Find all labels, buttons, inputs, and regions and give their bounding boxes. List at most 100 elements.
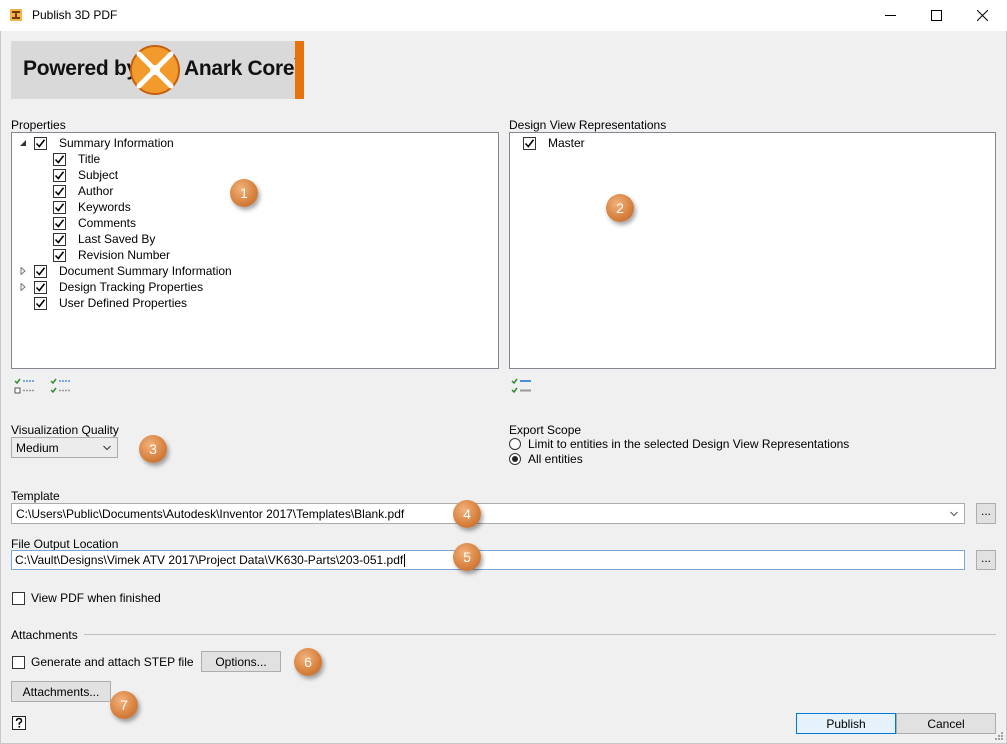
properties-tree[interactable]: Summary Information Title Subject Author Key… [11,132,499,369]
step-label: Generate and attach STEP file [31,655,194,669]
property-item[interactable]: Revision Number [53,247,170,263]
property-item[interactable]: Title [53,151,100,167]
chevron-down-icon [950,511,958,516]
view-pdf-label: View PDF when finished [31,591,161,605]
checkmark-icon [54,218,65,228]
property-label: Title [78,152,101,166]
property-label: Keywords [78,200,131,214]
template-browse-button[interactable]: ... [976,503,996,524]
output-browse-button[interactable]: ... [976,550,996,570]
checkmark-icon [54,170,65,180]
property-item[interactable]: Comments [53,215,136,231]
view-pdf-option[interactable]: View PDF when finished [12,591,161,605]
property-checkbox[interactable] [53,184,66,198]
visualization-quality-select[interactable]: Medium [11,437,118,458]
maximize-button[interactable] [913,0,959,31]
checkmark-icon [54,202,65,212]
window-title: Publish 3D PDF [32,8,118,22]
checkmark-icon [35,138,46,148]
property-checkbox[interactable] [34,280,47,294]
options-button[interactable]: Options... [201,651,281,672]
property-item[interactable]: Author [53,183,113,199]
checkmark-icon [524,138,535,148]
callout-badge-2: 2 [606,194,634,222]
chevron-down-icon [103,445,111,450]
property-checkbox[interactable] [53,168,66,182]
title-bar[interactable]: Publish 3D PDF [0,0,1007,31]
property-label: Author [78,184,114,198]
property-checkbox[interactable] [53,232,66,246]
help-icon[interactable] [12,716,27,731]
check-children-icon[interactable] [50,378,72,394]
step-option[interactable]: Generate and attach STEP file [12,655,194,669]
tree-expander[interactable] [18,138,28,148]
callout-badge-7: 7 [110,691,138,719]
export-scope-option-all-label: All entities [528,452,583,466]
property-checkbox[interactable] [53,200,66,214]
checkmark-icon [54,250,65,260]
property-checkbox[interactable] [34,136,47,150]
anark-logo-icon [130,45,180,95]
check-all-views-icon[interactable] [511,378,533,394]
properties-label: Properties [11,118,66,132]
property-item[interactable]: Document Summary Information [18,263,232,279]
property-label: Document Summary Information [59,264,232,278]
banner-brand: Anark CoreTM [184,57,304,81]
design-views-list[interactable]: Master [509,132,996,369]
attachments-section-label: Attachments [11,628,78,642]
property-checkbox[interactable] [53,216,66,230]
checkmark-icon [54,186,65,196]
export-scope-option-limit[interactable]: Limit to entities in the selected Design… [509,437,849,451]
property-checkbox[interactable] [53,152,66,166]
property-item[interactable]: Last Saved By [53,231,155,247]
anark-banner: Powered by Anark CoreTM [11,41,304,99]
maximize-icon [930,10,942,21]
view-pdf-checkbox[interactable] [12,591,25,605]
template-value: C:\Users\Public\Documents\Autodesk\Inven… [16,506,405,521]
banner-accent-stripe [295,41,304,99]
template-select[interactable]: C:\Users\Public\Documents\Autodesk\Inven… [11,503,965,524]
collapsed-arrow-icon [20,283,26,291]
export-scope-option-limit-label: Limit to entities in the selected Design… [528,437,850,451]
collapsed-arrow-icon [20,267,26,275]
attachments-button[interactable]: Attachments... [11,681,111,702]
checkmark-icon [54,154,65,164]
resize-grip-icon[interactable] [994,731,1004,741]
text-caret [404,553,406,567]
step-checkbox[interactable] [12,655,25,669]
callout-badge-1: 1 [230,179,258,207]
export-scope-radio-limit[interactable] [509,438,521,450]
window-border [0,0,1007,744]
close-button[interactable] [959,0,1005,31]
property-item[interactable]: Subject [53,167,118,183]
design-view-item-master[interactable]: Master [523,135,585,151]
export-scope-option-all[interactable]: All entities [509,452,583,466]
minimize-button[interactable] [867,0,913,31]
design-view-checkbox[interactable] [523,136,536,150]
property-item[interactable]: Summary Information [18,135,174,151]
checkmark-icon [35,266,46,276]
tree-expander[interactable] [18,266,28,276]
tree-expander[interactable] [18,282,28,292]
property-checkbox[interactable] [34,296,47,310]
output-location-value: C:\Vault\Designs\Vimek ATV 2017\Project … [15,553,404,567]
callout-badge-6: 6 [294,648,322,676]
property-item[interactable]: Keywords [53,199,131,215]
property-checkbox[interactable] [34,264,47,278]
property-label: Revision Number [78,248,171,262]
cancel-button[interactable]: Cancel [896,713,996,734]
callout-badge-5: 5 [453,543,481,571]
minimize-icon [884,15,896,16]
template-label: Template [11,489,60,503]
property-item[interactable]: Design Tracking Properties [18,279,203,295]
output-location-input[interactable]: C:\Vault\Designs\Vimek ATV 2017\Project … [11,550,965,570]
check-all-icon[interactable] [14,378,36,394]
checkmark-icon [35,282,46,292]
checkmark-icon [35,298,46,308]
export-scope-radio-all[interactable] [509,453,521,465]
publish-button[interactable]: Publish [796,713,896,734]
property-item[interactable]: User Defined Properties [18,295,187,311]
property-checkbox[interactable] [53,248,66,262]
property-label: Comments [78,216,137,230]
visualization-quality-value: Medium [16,440,59,455]
